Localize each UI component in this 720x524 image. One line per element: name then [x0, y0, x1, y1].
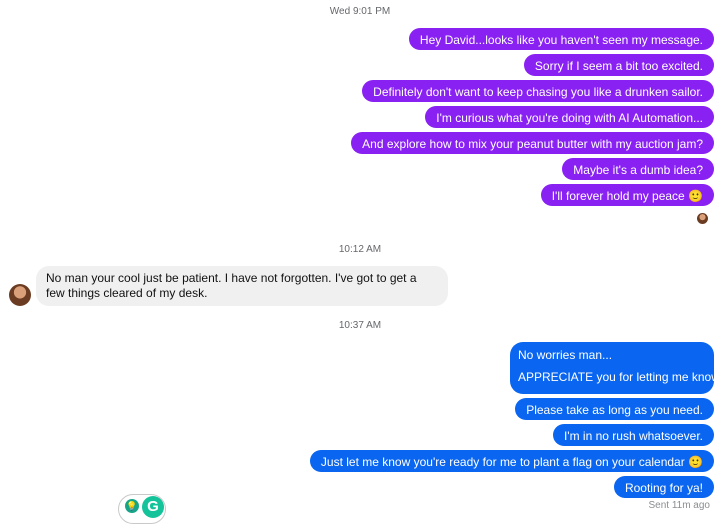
contact-avatar[interactable]	[9, 284, 31, 306]
message-bubble[interactable]: Please take as long as you need.	[515, 398, 714, 420]
outgoing-group-2: No worries man... APPRECIATE you for let…	[309, 342, 720, 498]
incoming-message-bubble[interactable]: No man your cool just be patient. I have…	[36, 266, 448, 306]
grammarly-logo-icon[interactable]: G	[142, 496, 164, 518]
timestamp-3: 10:37 AM	[338, 320, 382, 331]
message-line: APPRECIATE you for letting me know 🙏.	[518, 370, 720, 384]
sent-status: Sent 11m ago	[648, 500, 710, 511]
message-bubble[interactable]: Rooting for ya!	[613, 476, 714, 498]
message-bubble[interactable]: Just let me know you're ready for me to …	[309, 450, 714, 472]
message-bubble[interactable]: I'll forever hold my peace 🙂	[540, 184, 714, 206]
message-bubble[interactable]: I'm in no rush whatsoever.	[552, 424, 714, 446]
message-line: No worries man...	[518, 348, 613, 362]
timestamp-1: Wed 9:01 PM	[329, 6, 391, 17]
lightbulb-icon[interactable]: 💡	[125, 499, 139, 513]
message-bubble[interactable]: Hey David...looks like you haven't seen …	[408, 28, 714, 50]
timestamp-2: 10:12 AM	[338, 244, 382, 255]
outgoing-group-1: Hey David...looks like you haven't seen …	[351, 28, 714, 206]
grammarly-widget[interactable]: 💡 G	[118, 494, 166, 524]
message-bubble[interactable]: Maybe it's a dumb idea?	[562, 158, 714, 180]
read-receipt-avatar	[697, 213, 708, 224]
message-bubble[interactable]: I'm curious what you're doing with AI Au…	[425, 106, 714, 128]
message-bubble-multiline[interactable]: No worries man... APPRECIATE you for let…	[510, 342, 720, 394]
message-bubble[interactable]: Definitely don't want to keep chasing yo…	[362, 80, 714, 102]
message-bubble[interactable]: Sorry if I seem a bit too excited.	[523, 54, 714, 76]
message-bubble[interactable]: And explore how to mix your peanut butte…	[351, 132, 714, 154]
